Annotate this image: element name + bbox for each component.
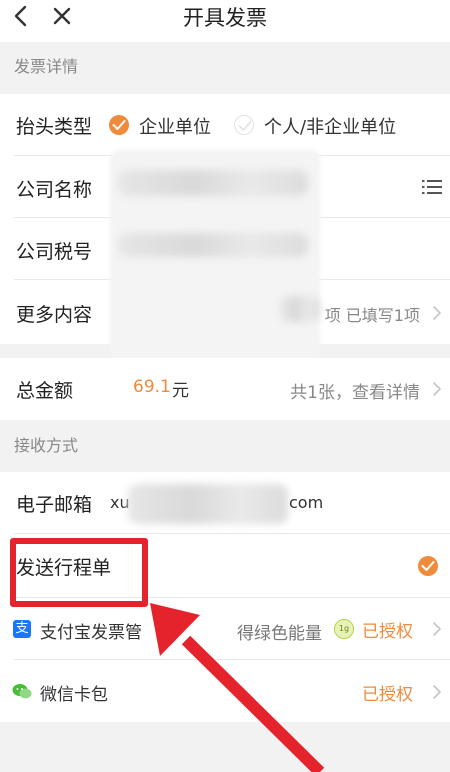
chevron-right-icon (433, 685, 441, 699)
page-title: 开具发票 (183, 6, 267, 30)
more-content-label: 更多内容 (16, 304, 93, 326)
list-icon[interactable] (422, 179, 442, 195)
invoice-type-row: 抬头类型 企业单位 个人/非企业单位 (0, 94, 450, 156)
wechat-icon (12, 684, 32, 699)
option-personal-label[interactable]: 个人/非企业单位 (264, 113, 396, 139)
total-amount-unit: 元 (172, 381, 189, 401)
wechat-status: 已授权 (362, 685, 413, 705)
option-company-label[interactable]: 企业单位 (139, 113, 211, 139)
total-amount-row[interactable]: 总金额 69.1 元 共1张，查看详情 (0, 358, 450, 420)
email-prefix: xu (110, 493, 130, 512)
more-content-value: 项 已填写1项 (324, 306, 420, 325)
section-invoice-details: 发票详情 (0, 42, 450, 94)
green-energy-text: 得绿色能量 (237, 624, 322, 644)
tax-id-label: 公司税号 (16, 241, 93, 263)
email-row[interactable]: 电子邮箱 xu com (0, 472, 450, 534)
alipay-row[interactable]: 支 支付宝发票管 得绿色能量 1g 已授权 (0, 598, 450, 660)
highlight-box (10, 538, 148, 607)
redaction-more-content (280, 296, 320, 322)
chevron-right-icon (433, 306, 441, 320)
section-delivery: 接收方式 (0, 420, 450, 472)
email-label: 电子邮箱 (16, 494, 93, 516)
invoice-type-label: 抬头类型 (16, 116, 93, 138)
green-energy-icon: 1g (334, 619, 354, 639)
redaction-company-name (118, 170, 308, 196)
email-suffix: com (289, 493, 324, 512)
wechat-card-row[interactable]: 微信卡包 已授权 (0, 660, 450, 722)
alipay-icon: 支 (13, 620, 31, 638)
redaction-tax-id (118, 233, 308, 257)
redaction-email (128, 484, 288, 524)
radio-personal-icon[interactable] (234, 115, 254, 135)
chevron-right-icon (433, 622, 441, 636)
chevron-right-icon (433, 382, 441, 396)
alipay-label: 支付宝发票管 (40, 623, 142, 643)
total-label: 总金额 (16, 380, 74, 402)
total-amount-value: 69.1 (133, 377, 171, 397)
company-name-label: 公司名称 (16, 179, 93, 201)
send-itinerary-checked-icon[interactable] (418, 556, 438, 576)
alipay-status: 已授权 (362, 622, 413, 642)
wechat-card-label: 微信卡包 (40, 685, 108, 705)
top-bar: 开具发票 (0, 0, 450, 42)
radio-company-checked-icon[interactable] (109, 115, 129, 135)
view-details-link[interactable]: 共1张，查看详情 (290, 378, 420, 403)
